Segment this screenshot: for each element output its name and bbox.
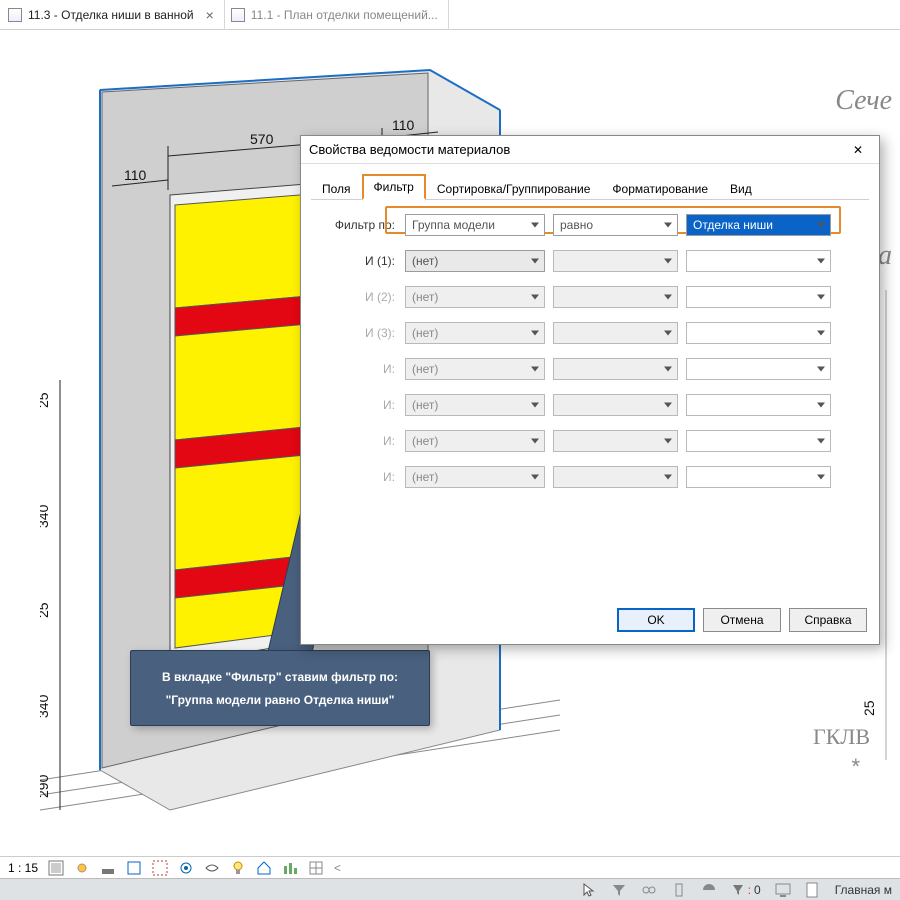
filter-label: И: bbox=[317, 362, 397, 376]
filter-value-select[interactable] bbox=[686, 430, 831, 452]
filter-field-select[interactable]: (нет) bbox=[405, 250, 545, 272]
filter-label: И: bbox=[317, 398, 397, 412]
sheet-icon[interactable] bbox=[805, 882, 821, 898]
svg-text:25: 25 bbox=[40, 602, 51, 618]
filter-field-select[interactable]: Группа модели bbox=[405, 214, 545, 236]
filter-label: И (3): bbox=[317, 326, 397, 340]
svg-text:25: 25 bbox=[40, 392, 51, 408]
sun-icon[interactable] bbox=[74, 860, 90, 876]
filter-row-4: И: (нет) bbox=[317, 354, 863, 384]
filter-field-select[interactable]: (нет) bbox=[405, 322, 545, 344]
close-icon[interactable]: × bbox=[206, 7, 214, 23]
temp-hide-icon[interactable] bbox=[178, 860, 194, 876]
filter-badge-icon bbox=[731, 883, 745, 897]
filter-field-select[interactable]: (нет) bbox=[405, 394, 545, 416]
half-icon[interactable] bbox=[701, 882, 717, 898]
chevron-left-icon[interactable]: < bbox=[334, 861, 341, 875]
help-button[interactable]: Справка bbox=[789, 608, 867, 632]
filter-value-select[interactable] bbox=[686, 286, 831, 308]
filter-value-select[interactable] bbox=[686, 322, 831, 344]
filter-label: И (1): bbox=[317, 254, 397, 268]
filter-field-select[interactable]: (нет) bbox=[405, 286, 545, 308]
document-tab-inactive[interactable]: 11.1 - План отделки помещений... bbox=[225, 0, 449, 30]
status-bar: :0 Главная м bbox=[0, 878, 900, 900]
dialog-body: Фильтр по: Группа модели равно Отделка н… bbox=[301, 200, 879, 508]
tab-fields[interactable]: Поля bbox=[311, 177, 362, 200]
select-icon[interactable] bbox=[581, 882, 597, 898]
filter-label: Фильтр по: bbox=[317, 218, 397, 232]
dialog-titlebar[interactable]: Свойства ведомости материалов ✕ bbox=[301, 136, 879, 164]
filter-operator-select[interactable] bbox=[553, 322, 678, 344]
drag-icon[interactable] bbox=[671, 882, 687, 898]
tab-filter[interactable]: Фильтр bbox=[362, 174, 426, 200]
filter-label: И: bbox=[317, 470, 397, 484]
cancel-button[interactable]: Отмена bbox=[703, 608, 781, 632]
reveal-icon[interactable] bbox=[204, 860, 220, 876]
filter-operator-select[interactable]: равно bbox=[553, 214, 678, 236]
document-icon bbox=[8, 8, 22, 22]
filter-row-1: И (1): (нет) bbox=[317, 246, 863, 276]
tab-view[interactable]: Вид bbox=[719, 177, 763, 200]
bar-icon[interactable] bbox=[282, 860, 298, 876]
count-indicator: :0 bbox=[731, 883, 761, 897]
filter-row-0: Фильтр по: Группа модели равно Отделка н… bbox=[317, 210, 863, 240]
tab-formatting[interactable]: Форматирование bbox=[601, 177, 719, 200]
tab-label: 11.3 - Отделка ниши в ванной bbox=[28, 8, 194, 22]
filter-row-6: И: (нет) bbox=[317, 426, 863, 456]
svg-text:25: 25 bbox=[861, 700, 877, 716]
dialog-button-row: OK Отмена Справка bbox=[617, 608, 867, 632]
grid-icon[interactable] bbox=[308, 860, 324, 876]
filter-field-select[interactable]: (нет) bbox=[405, 466, 545, 488]
filter-value-select[interactable] bbox=[686, 466, 831, 488]
filter-row-7: И: (нет) bbox=[317, 462, 863, 492]
close-icon[interactable]: ✕ bbox=[845, 139, 871, 161]
document-tab-bar: 11.3 - Отделка ниши в ванной × 11.1 - Пл… bbox=[0, 0, 900, 30]
filter-field-select[interactable]: (нет) bbox=[405, 358, 545, 380]
filter-value-select[interactable] bbox=[686, 394, 831, 416]
graphic-display-icon[interactable] bbox=[48, 860, 64, 876]
filter-value-select[interactable] bbox=[686, 250, 831, 272]
filter-row-5: И: (нет) bbox=[317, 390, 863, 420]
filter-row-3: И (3): (нет) bbox=[317, 318, 863, 348]
filter-value-select[interactable]: Отделка ниши bbox=[686, 214, 831, 236]
svg-text:340: 340 bbox=[40, 694, 51, 718]
document-icon bbox=[231, 8, 245, 22]
filter-operator-select[interactable] bbox=[553, 286, 678, 308]
monitor-icon[interactable] bbox=[775, 882, 791, 898]
document-tab-active[interactable]: 11.3 - Отделка ниши в ванной × bbox=[2, 0, 225, 30]
filter-operator-select[interactable] bbox=[553, 466, 678, 488]
filter-operator-select[interactable] bbox=[553, 394, 678, 416]
light-icon[interactable] bbox=[230, 860, 246, 876]
filter-label: И: bbox=[317, 434, 397, 448]
filter-label: И (2): bbox=[317, 290, 397, 304]
bg-text: Сече bbox=[835, 85, 892, 117]
filter-operator-select[interactable] bbox=[553, 430, 678, 452]
dialog-tabstrip: Поля Фильтр Сортировка/Группирование Фор… bbox=[311, 174, 869, 200]
filter-operator-select[interactable] bbox=[553, 250, 678, 272]
annotation-callout: В вкладке "Фильтр" ставим фильтр по: "Гр… bbox=[130, 650, 430, 726]
ok-button[interactable]: OK bbox=[617, 608, 695, 632]
tab-sorting[interactable]: Сортировка/Группирование bbox=[426, 177, 602, 200]
workset-label[interactable]: Главная м bbox=[835, 883, 892, 897]
crop-icon[interactable] bbox=[126, 860, 142, 876]
filter-row-2: И (2): (нет) bbox=[317, 282, 863, 312]
tab-label: 11.1 - План отделки помещений... bbox=[251, 8, 438, 22]
link-icon[interactable] bbox=[641, 882, 657, 898]
svg-text:340: 340 bbox=[40, 504, 51, 528]
filter-operator-select[interactable] bbox=[553, 358, 678, 380]
shadow-icon[interactable] bbox=[100, 860, 116, 876]
crop-region-icon[interactable] bbox=[152, 860, 168, 876]
schedule-properties-dialog: Свойства ведомости материалов ✕ Поля Фил… bbox=[300, 135, 880, 645]
home-icon[interactable] bbox=[256, 860, 272, 876]
filter-field-select[interactable]: (нет) bbox=[405, 430, 545, 452]
filter-icon[interactable] bbox=[611, 882, 627, 898]
view-control-bar: 1 : 15 < bbox=[0, 856, 900, 878]
scale-label[interactable]: 1 : 15 bbox=[8, 861, 38, 875]
dialog-title-text: Свойства ведомости материалов bbox=[309, 142, 510, 157]
filter-value-select[interactable] bbox=[686, 358, 831, 380]
